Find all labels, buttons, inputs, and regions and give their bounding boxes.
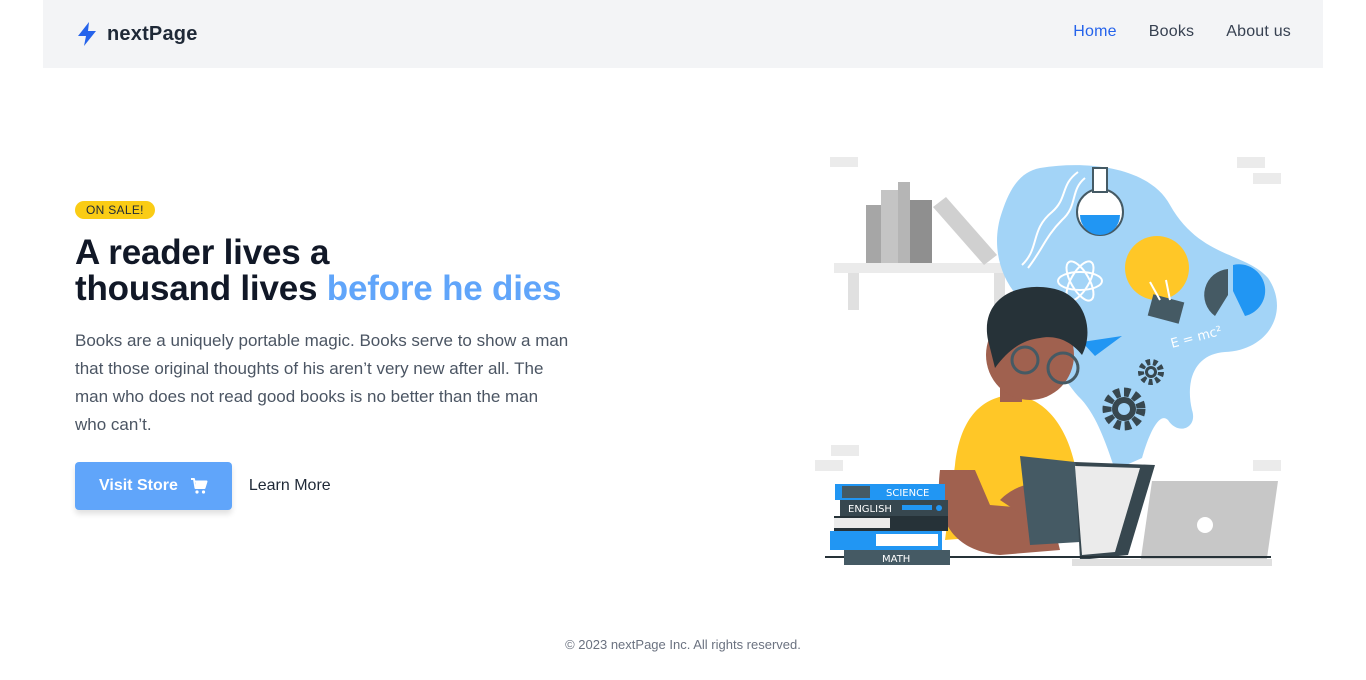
learn-more-link[interactable]: Learn More — [249, 477, 331, 495]
on-sale-badge: ON SALE! — [75, 201, 155, 219]
bookshelf — [834, 182, 1006, 310]
headline-accent: before he dies — [326, 269, 562, 308]
reader-illustration: E = mc² SCIENCE ENGLISH MATH — [815, 157, 1281, 566]
headline-line-2: thousand lives — [75, 269, 327, 308]
main-nav: Home Books About us — [1073, 23, 1291, 41]
headline-line-1: A reader lives a — [75, 233, 330, 272]
copyright-text: © 2023 nextPage Inc. All rights reserved… — [565, 637, 801, 652]
hero-description: Books are a uniquely portable magic. Boo… — [75, 331, 569, 434]
nav-link-home[interactable]: Home — [1073, 23, 1116, 41]
book-stack: SCIENCE ENGLISH MATH — [830, 484, 950, 565]
book-spine-math: MATH — [882, 554, 910, 565]
book-spine-english: ENGLISH — [848, 504, 892, 515]
hero-actions: Visit Store Learn More — [75, 462, 575, 510]
nav-link-books[interactable]: Books — [1149, 23, 1194, 41]
footer: © 2023 nextPage Inc. All rights reserved… — [0, 637, 1366, 652]
brand-name: nextPage — [107, 22, 198, 45]
hero-section: ON SALE! A reader lives a thousand lives … — [75, 201, 575, 510]
nav-link-about-us[interactable]: About us — [1226, 23, 1291, 41]
shopping-cart-icon — [190, 478, 208, 494]
visit-store-button[interactable]: Visit Store — [75, 462, 232, 510]
lightning-bolt-icon — [78, 22, 96, 46]
navbar: nextPage Home Books About us — [43, 0, 1323, 68]
visit-store-label: Visit Store — [99, 477, 178, 494]
hero-headline: A reader lives a thousand lives before he… — [75, 235, 575, 307]
book-spine-science: SCIENCE — [886, 488, 929, 499]
brand-logo-link[interactable]: nextPage — [75, 20, 198, 48]
